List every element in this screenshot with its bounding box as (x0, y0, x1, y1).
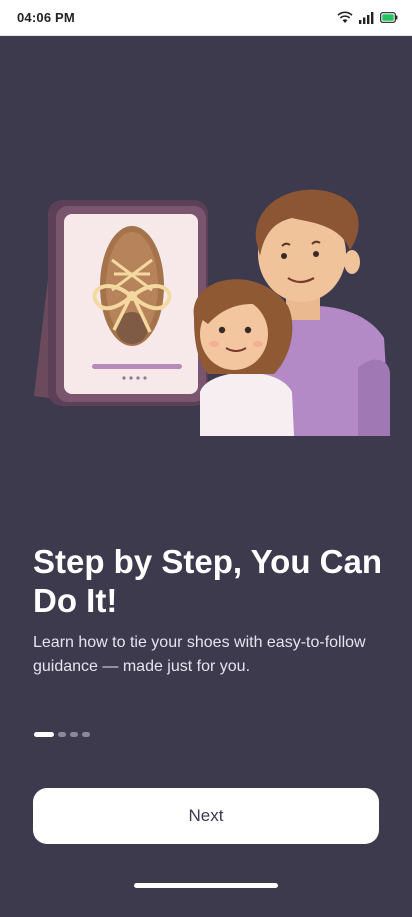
status-time: 04:06 PM (17, 10, 75, 25)
page-dot-2 (58, 732, 66, 737)
status-icons (337, 11, 398, 24)
page-dot-3 (70, 732, 78, 737)
home-indicator[interactable] (134, 883, 278, 888)
page-dot-4 (82, 732, 90, 737)
battery-icon (380, 12, 398, 23)
page-indicator (34, 732, 90, 737)
onboarding-illustration (28, 178, 390, 436)
next-button[interactable]: Next (33, 788, 379, 844)
page-title: Step by Step, You Can Do It! (33, 543, 382, 619)
page-dot-1 (34, 732, 54, 737)
status-bar: 04:06 PM (0, 0, 412, 36)
page-description: Learn how to tie your shoes with easy-to… (33, 634, 366, 675)
wifi-icon (337, 11, 353, 24)
signal-icon (358, 11, 375, 24)
